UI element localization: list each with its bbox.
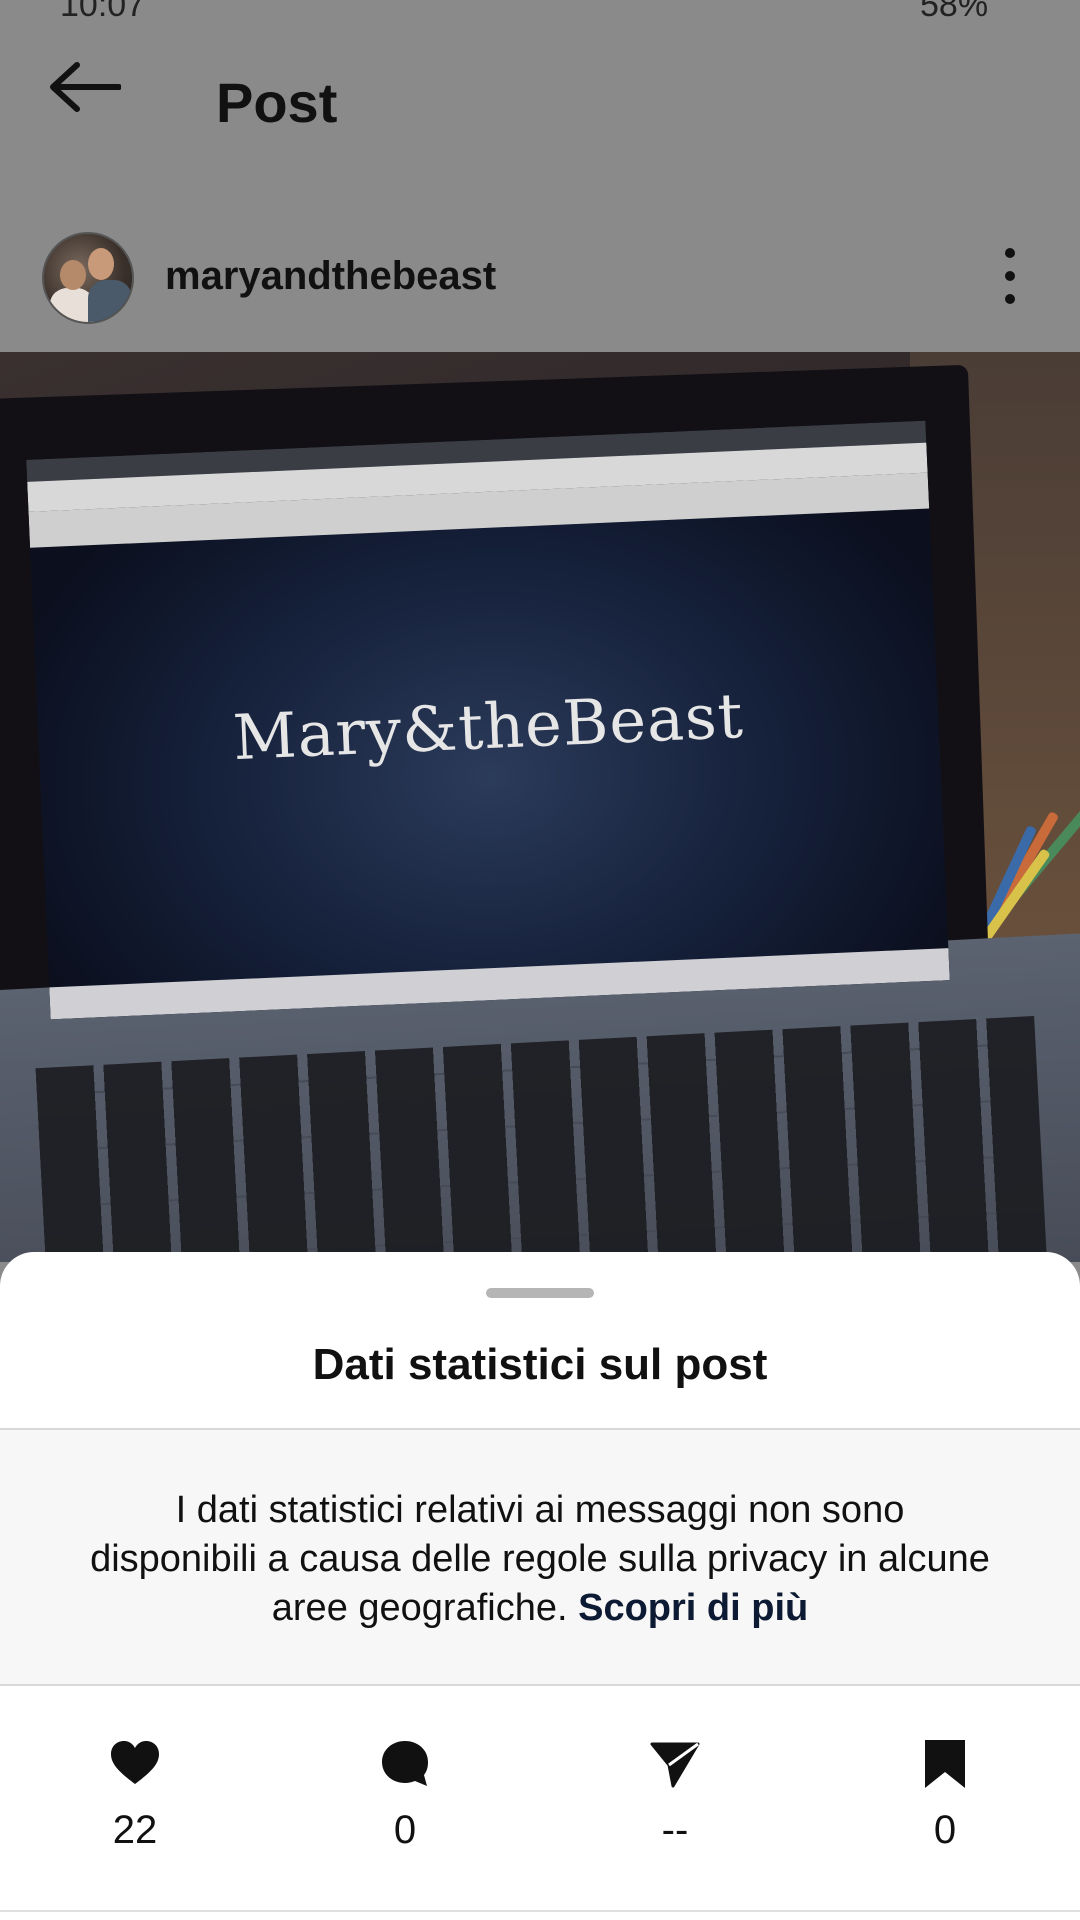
top-app-bar: [0, 40, 1080, 200]
status-bar: 10:07 58%: [0, 0, 1080, 24]
comments-count: 0: [393, 1808, 417, 1852]
heart-icon: [111, 1741, 159, 1784]
saves-stat: 0: [885, 1738, 1005, 1853]
photo-site-title: Mary&theBeast: [231, 678, 746, 775]
back-arrow-icon: [50, 62, 121, 112]
avatar[interactable]: [42, 232, 134, 324]
more-options-icon: [1005, 248, 1015, 258]
more-options-button[interactable]: [990, 248, 1030, 304]
status-time: 10:07: [60, 0, 146, 24]
saves-count: 0: [933, 1808, 957, 1852]
username[interactable]: maryandthebeast: [165, 254, 496, 299]
status-battery: 58%: [920, 0, 989, 24]
post-header: [0, 218, 1080, 348]
shares-stat: --: [615, 1738, 735, 1853]
privacy-notice-text: I dati statistici relativi ai messaggi n…: [90, 1486, 990, 1633]
sheet-title: Dati statistici sul post: [312, 1340, 768, 1389]
page-title: Post: [216, 71, 338, 134]
send-icon: [650, 1742, 700, 1788]
divider: [0, 1684, 1080, 1686]
likes-stat: 22: [75, 1738, 195, 1853]
post-photo[interactable]: Mary&theBeast: [0, 352, 1080, 1262]
bookmark-icon: [925, 1740, 965, 1788]
sheet-drag-handle[interactable]: [486, 1288, 594, 1298]
laptop-screen: Mary&theBeast: [26, 420, 950, 1020]
back-button[interactable]: [40, 52, 130, 122]
learn-more-link[interactable]: Scopri di più: [578, 1587, 808, 1629]
comments-stat: 0: [345, 1738, 465, 1853]
shares-count: --: [661, 1808, 689, 1852]
comment-icon: [382, 1741, 428, 1786]
privacy-notice-message: I dati statistici relativi ai messaggi n…: [90, 1489, 990, 1629]
likes-count: 22: [112, 1808, 158, 1852]
divider: [0, 1910, 1080, 1912]
